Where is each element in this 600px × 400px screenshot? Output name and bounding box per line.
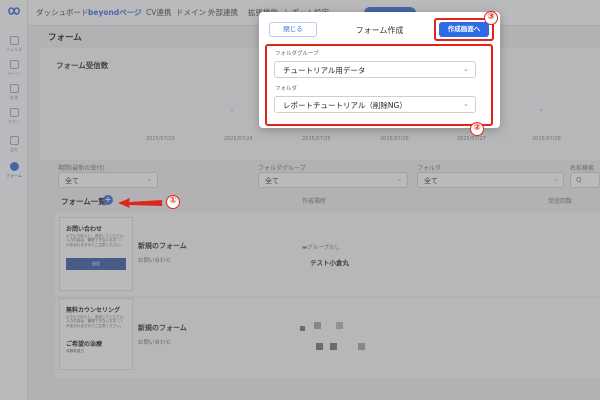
step-marker-1: ① [166,195,180,209]
arrow-left-icon [118,198,162,208]
step-marker-2: ② [470,122,484,136]
form-create-modal: 閉じる フォーム作成 作成画面へ フォルダグループ チュートリアル用データ ⌄ … [259,12,500,128]
step-marker-3: ③ [484,11,498,25]
highlight-fields [265,44,493,126]
